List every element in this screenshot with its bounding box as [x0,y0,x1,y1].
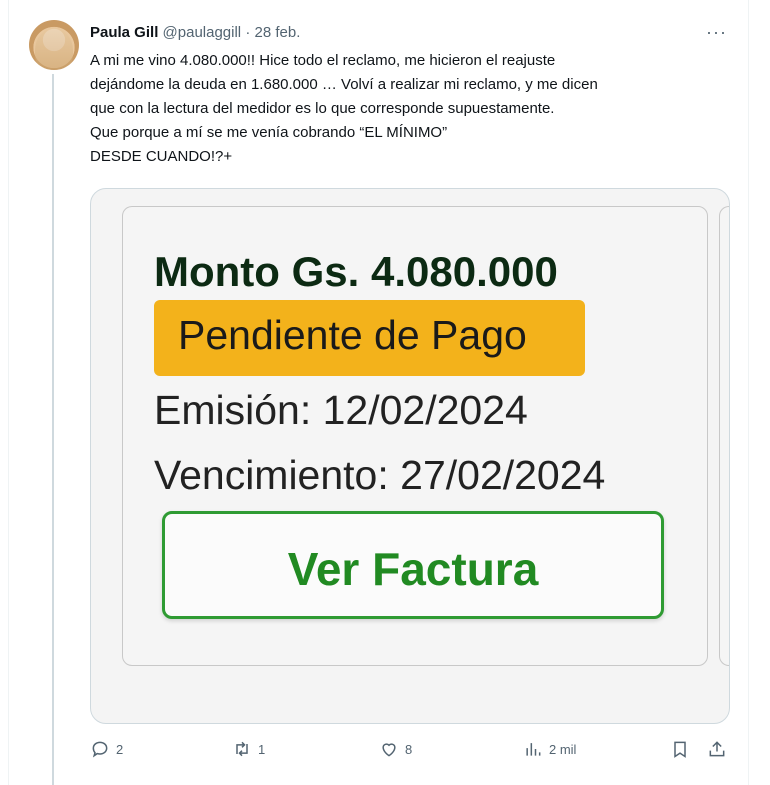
timeline-border-left [8,0,9,785]
invoice-amount: Monto Gs. 4.080.000 [154,248,558,295]
share-icon [709,741,725,757]
tweet-text-line: dejándome la deuda en 1.680.000 … Volví … [90,76,598,93]
tweet-media-image[interactable]: Monto Gs. 4.080.000 Pendiente de Pago Em… [90,188,730,724]
views-icon [526,743,541,756]
timeline-border-right [748,0,749,785]
reply-count: 2 [116,741,124,757]
like-button[interactable]: 8 [379,739,412,759]
views-button[interactable]: 2 mil [523,739,576,759]
invoice-card: Monto Gs. 4.080.000 Pendiente de Pago Em… [122,206,708,666]
tweet-text-line: DESDE CUANDO!?+ [90,148,233,165]
view-invoice-label: Ver Factura [287,543,539,595]
reply-icon [92,741,108,758]
due-date: Vencimiento: 27/02/2024 [154,452,606,498]
tweet-text: A mi me vino 4.080.000!! Hice todo el re… [90,49,740,169]
retweet-button[interactable]: 1 [232,739,265,759]
tweet-text-line: A mi me vino 4.080.000!! Hice todo el re… [90,52,556,69]
tweet-date[interactable]: 28 feb. [255,24,301,41]
issue-date: Emisión: 12/02/2024 [154,387,528,433]
views-count: 2 mil [549,741,577,757]
bookmark-button[interactable] [670,739,690,759]
author-name[interactable]: Paula Gill [90,24,158,41]
thread-line [52,74,54,785]
view-invoice-button: Ver Factura [162,511,664,619]
like-count: 8 [405,741,413,757]
status-badge: Pendiente de Pago [154,300,585,376]
tweet-actions: 2 1 8 2 mil [0,739,770,763]
reply-button[interactable]: 2 [90,739,123,759]
tweet-text-line: que con la lectura del medidor es lo que… [90,100,555,117]
tweet-header: Paula Gill @paulaggill · 28 feb. [90,24,300,41]
share-button[interactable] [707,739,727,759]
author-handle[interactable]: @paulaggill [163,24,242,41]
like-icon [382,743,396,757]
retweet-icon [236,741,248,757]
bookmark-icon [674,741,686,758]
avatar[interactable] [29,20,79,70]
next-card-edge [719,206,729,666]
tweet-text-line: Que porque a mí se me venía cobrando “EL… [90,124,448,141]
status-text: Pendiente de Pago [178,312,527,358]
retweet-count: 1 [258,741,266,757]
separator: · [245,24,251,41]
more-options-icon[interactable]: ··· [706,22,727,43]
